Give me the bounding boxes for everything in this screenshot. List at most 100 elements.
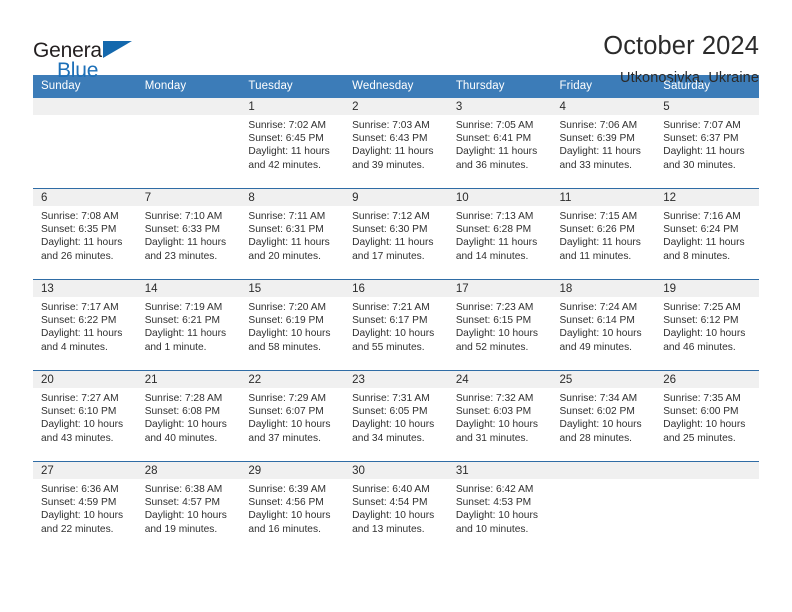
calendar-day-cell[interactable]: 30 Sunrise: 6:40 AM Sunset: 4:54 PM Dayligh… (344, 461, 448, 552)
sunrise-time: Sunrise: 7:32 AM (455, 393, 534, 404)
sunset-time: Sunset: 4:53 PM (455, 497, 532, 509)
calendar-day-cell[interactable]: 10 Sunrise: 7:13 AM Sunset: 6:28 PM Dayligh… (447, 188, 552, 280)
day-cell-details: Sunrise: 7:28 AM Sunset: 6:08 PM Daylight:… (137, 388, 241, 445)
calendar-day-cell[interactable]: 13 Sunrise: 7:17 AM Sunset: 6:22 PM Dayligh… (33, 279, 137, 371)
sunrise-time: Sunrise: 7:29 AM (248, 393, 326, 404)
day-number: 19 (655, 280, 759, 297)
calendar-day-cell[interactable]: 22 Sunrise: 7:29 AM Sunset: 6:07 PM Dayligh… (240, 370, 345, 462)
calendar-day-cell[interactable]: 21 Sunrise: 7:28 AM Sunset: 6:08 PM Dayligh… (136, 370, 241, 462)
day-cell-details: Sunrise: 7:05 AM Sunset: 6:41 PM Daylight:… (448, 115, 552, 172)
day-cell-inner: 3 Sunrise: 7:05 AM Sunset: 6:41 PM Daylight… (447, 98, 552, 188)
daylight-duration: Daylight: 10 hours (559, 419, 642, 431)
day-cell-inner: 13 Sunrise: 7:17 AM Sunset: 6:22 PM Dayligh… (33, 280, 137, 370)
day-cell-inner: 31 Sunrise: 6:42 AM Sunset: 4:53 PM Dayligh… (447, 462, 552, 552)
calendar-day-cell[interactable]: 26 Sunrise: 7:35 AM Sunset: 6:00 PM Dayligh… (655, 370, 759, 462)
calendar-day-cell[interactable]: 25 Sunrise: 7:34 AM Sunset: 6:02 PM Dayligh… (551, 370, 656, 462)
day-cell-inner: 16 Sunrise: 7:21 AM Sunset: 6:17 PM Dayligh… (344, 280, 448, 370)
day-cell-details (655, 479, 759, 483)
calendar-day-cell[interactable]: 12 Sunrise: 7:16 AM Sunset: 6:24 PM Dayligh… (655, 188, 759, 280)
sunset-time: Sunset: 4:54 PM (352, 497, 428, 509)
calendar-week-row: 20 Sunrise: 7:27 AM Sunset: 6:10 PM Dayligh… (33, 370, 759, 462)
calendar-day-cell[interactable]: 7 Sunrise: 7:10 AM Sunset: 6:33 PM Daylight… (136, 188, 241, 280)
day-cell-details: Sunrise: 7:06 AM Sunset: 6:39 PM Daylight:… (552, 115, 656, 172)
logo-text-blue: Blue (57, 59, 99, 82)
sunset-time: Sunset: 6:22 PM (41, 315, 117, 327)
calendar-day-cell[interactable]: 15 Sunrise: 7:20 AM Sunset: 6:19 PM Dayligh… (240, 279, 345, 371)
sunset-time: Sunset: 4:56 PM (248, 497, 324, 509)
day-cell-details: Sunrise: 7:15 AM Sunset: 6:26 PM Daylight:… (552, 206, 656, 263)
day-cell-inner: 2 Sunrise: 7:03 AM Sunset: 6:43 PM Daylight… (344, 98, 448, 188)
daylight-duration: Daylight: 10 hours (663, 419, 746, 431)
day-cell-details: Sunrise: 6:39 AM Sunset: 4:56 PM Daylight:… (240, 479, 344, 536)
calendar-day-cell[interactable]: 19 Sunrise: 7:25 AM Sunset: 6:12 PM Dayligh… (655, 279, 759, 371)
sunset-time: Sunset: 4:59 PM (41, 497, 117, 509)
day-cell-inner: 6 Sunrise: 7:08 AM Sunset: 6:35 PM Daylight… (33, 189, 137, 279)
sunset-time: Sunset: 6:37 PM (663, 133, 739, 145)
calendar-day-cell[interactable]: 14 Sunrise: 7:19 AM Sunset: 6:21 PM Dayligh… (136, 279, 241, 371)
day-cell-inner: 1 Sunrise: 7:02 AM Sunset: 6:45 PM Daylight… (240, 98, 345, 188)
sunset-time: Sunset: 4:57 PM (144, 497, 221, 509)
daylight-duration: Daylight: 10 hours (248, 328, 331, 340)
day-cell-details: Sunrise: 7:34 AM Sunset: 6:02 PM Daylight:… (552, 388, 656, 445)
sunrise-time: Sunrise: 7:21 AM (352, 302, 430, 313)
day-cell-details: Sunrise: 7:07 AM Sunset: 6:37 PM Daylight:… (655, 115, 759, 172)
calendar-day-cell[interactable]: 5 Sunrise: 7:07 AM Sunset: 6:37 PM Daylight… (655, 98, 759, 189)
sunset-time: Sunset: 6:24 PM (663, 224, 739, 236)
day-cell-details: Sunrise: 7:08 AM Sunset: 6:35 PM Daylight:… (33, 206, 137, 263)
general-blue-logo[interactable]: General Blue (33, 31, 145, 87)
calendar-day-cell[interactable]: 20 Sunrise: 7:27 AM Sunset: 6:10 PM Dayligh… (33, 370, 137, 462)
day-number: 4 (551, 98, 656, 115)
day-number (551, 462, 656, 479)
sunset-time: Sunset: 6:00 PM (663, 406, 739, 418)
calendar-day-cell[interactable]: 2 Sunrise: 7:03 AM Sunset: 6:43 PM Daylight… (344, 98, 448, 189)
calendar-day-cell[interactable]: 1 Sunrise: 7:02 AM Sunset: 6:45 PM Daylight… (240, 98, 345, 189)
daylight-duration-cont: and 16 minutes. (248, 523, 321, 535)
daylight-duration-cont: and 43 minutes. (41, 432, 114, 444)
daylight-duration: Daylight: 10 hours (248, 419, 331, 431)
calendar-day-cell[interactable]: 29 Sunrise: 6:39 AM Sunset: 4:56 PM Dayligh… (240, 461, 345, 552)
sunrise-time: Sunrise: 6:40 AM (352, 484, 430, 495)
day-number: 15 (240, 280, 345, 297)
calendar-week-row: 13 Sunrise: 7:17 AM Sunset: 6:22 PM Dayligh… (33, 279, 759, 371)
daylight-duration: Daylight: 10 hours (559, 328, 642, 340)
calendar-day-cell[interactable]: 8 Sunrise: 7:11 AM Sunset: 6:31 PM Daylight… (240, 188, 345, 280)
calendar-week-row: 27 Sunrise: 6:36 AM Sunset: 4:59 PM Dayligh… (33, 461, 759, 552)
calendar-day-cell[interactable]: 17 Sunrise: 7:23 AM Sunset: 6:15 PM Dayligh… (447, 279, 552, 371)
calendar-day-cell[interactable]: 4 Sunrise: 7:06 AM Sunset: 6:39 PM Daylight… (551, 98, 656, 189)
calendar-day-cell[interactable]: 23 Sunrise: 7:31 AM Sunset: 6:05 PM Dayligh… (344, 370, 448, 462)
calendar-day-cell[interactable]: 28 Sunrise: 6:38 AM Sunset: 4:57 PM Dayligh… (136, 461, 241, 552)
daylight-duration: Daylight: 10 hours (352, 419, 435, 431)
weekday-header-tuesday: Tuesday (240, 75, 345, 98)
calendar-day-cell[interactable]: 24 Sunrise: 7:32 AM Sunset: 6:03 PM Dayligh… (447, 370, 552, 462)
calendar-day-cell[interactable]: 11 Sunrise: 7:15 AM Sunset: 6:26 PM Dayligh… (551, 188, 656, 280)
calendar-day-cell[interactable]: 3 Sunrise: 7:05 AM Sunset: 6:41 PM Daylight… (447, 98, 552, 189)
daylight-duration-cont: and 30 minutes. (663, 159, 736, 171)
calendar-day-cell[interactable]: 18 Sunrise: 7:24 AM Sunset: 6:14 PM Dayligh… (551, 279, 656, 371)
day-cell-inner: 19 Sunrise: 7:25 AM Sunset: 6:12 PM Dayligh… (655, 280, 759, 370)
sunrise-time: Sunrise: 7:02 AM (248, 120, 326, 131)
daylight-duration: Daylight: 11 hours (144, 237, 227, 249)
daylight-duration-cont: and 37 minutes. (248, 432, 321, 444)
day-number: 29 (240, 462, 345, 479)
sunset-time: Sunset: 6:03 PM (455, 406, 532, 418)
daylight-duration: Daylight: 11 hours (144, 328, 227, 340)
day-number: 31 (447, 462, 552, 479)
calendar-day-cell[interactable]: 27 Sunrise: 6:36 AM Sunset: 4:59 PM Dayligh… (33, 461, 137, 552)
daylight-duration: Daylight: 11 hours (248, 237, 330, 249)
sunrise-time: Sunrise: 7:06 AM (559, 120, 638, 131)
calendar-day-cell[interactable]: 16 Sunrise: 7:21 AM Sunset: 6:17 PM Dayligh… (344, 279, 448, 371)
calendar-day-cell[interactable]: 9 Sunrise: 7:12 AM Sunset: 6:30 PM Daylight… (344, 188, 448, 280)
title-block: October 2024 Utkonosivka, Ukraine (603, 31, 759, 86)
day-cell-details: Sunrise: 7:25 AM Sunset: 6:12 PM Daylight:… (655, 297, 759, 354)
day-cell-inner: 21 Sunrise: 7:28 AM Sunset: 6:08 PM Dayligh… (136, 371, 241, 461)
day-cell-details (137, 115, 241, 119)
day-cell-details: Sunrise: 7:12 AM Sunset: 6:30 PM Daylight:… (344, 206, 448, 263)
daylight-duration-cont: and 28 minutes. (559, 432, 633, 444)
day-cell-inner: 28 Sunrise: 6:38 AM Sunset: 4:57 PM Dayligh… (136, 462, 241, 552)
daylight-duration: Daylight: 10 hours (352, 328, 435, 340)
sunrise-time: Sunrise: 7:07 AM (663, 120, 741, 131)
daylight-duration: Daylight: 10 hours (144, 510, 227, 522)
calendar-day-cell[interactable]: 31 Sunrise: 6:42 AM Sunset: 4:53 PM Dayligh… (447, 461, 552, 552)
daylight-duration-cont: and 11 minutes. (559, 250, 632, 262)
calendar-day-cell[interactable]: 6 Sunrise: 7:08 AM Sunset: 6:35 PM Daylight… (33, 188, 137, 280)
